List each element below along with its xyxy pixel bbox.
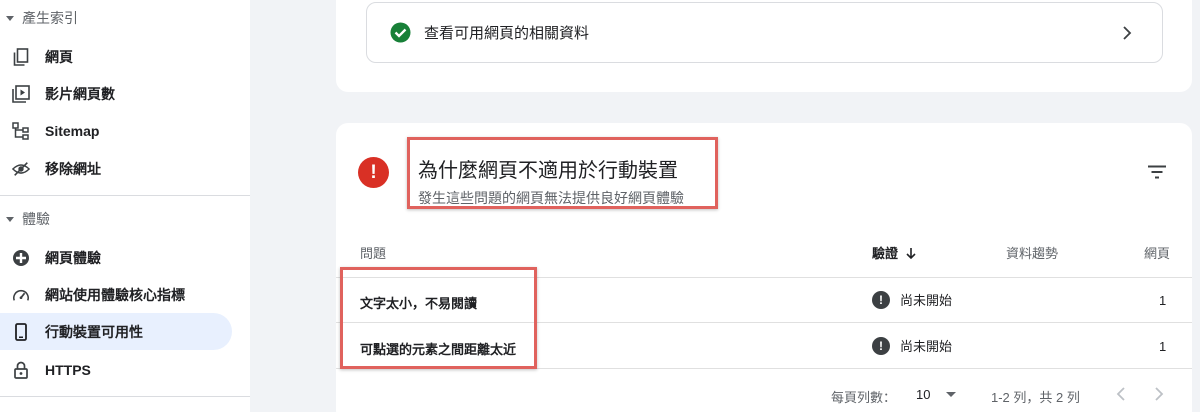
issues-highlight	[340, 267, 537, 369]
chevron-down-icon	[6, 216, 14, 222]
column-header-issue: 問題	[360, 246, 387, 261]
exclamation-icon: !	[872, 290, 890, 309]
sidebar-divider	[0, 195, 250, 196]
issues-title: 為什麼網頁不適用於行動裝置	[418, 160, 678, 182]
status-label: 尚未開始	[900, 339, 953, 354]
view-valid-pages-label: 查看可用網頁的相關資料	[424, 25, 590, 42]
exclamation-icon: !	[872, 336, 890, 355]
sidebar-item-removals[interactable]: 移除網址	[0, 150, 232, 187]
rows-per-page-label: 每頁列數：	[831, 390, 897, 405]
pages-icon	[12, 47, 30, 66]
removals-icon	[12, 160, 30, 178]
dropdown-arrow-icon	[946, 392, 957, 397]
sidebar-item-pages[interactable]: 網頁	[0, 38, 232, 75]
page-experience-icon	[12, 249, 30, 267]
issues-subtitle: 發生這些問題的網頁無法提供良好網頁體驗	[418, 190, 684, 206]
chevron-down-icon	[6, 15, 14, 21]
table-row-status: ! 尚未開始	[872, 290, 952, 309]
sidebar-item-label: Sitemap	[45, 122, 100, 139]
sidebar-item-mobile-usability[interactable]: 行動裝置可用性	[0, 313, 232, 350]
video-pages-icon	[12, 84, 30, 103]
sidebar-item-https[interactable]: HTTPS	[0, 351, 232, 388]
chevron-right-icon[interactable]	[1154, 386, 1164, 405]
section-indexing-label: 產生索引	[22, 10, 78, 26]
chevron-left-icon[interactable]	[1116, 386, 1126, 405]
arrow-down-icon	[906, 247, 916, 259]
section-indexing-header[interactable]: 產生索引	[0, 3, 78, 33]
rows-per-page-select[interactable]: 10	[916, 387, 957, 402]
column-header-validation-label: 驗證	[872, 246, 899, 261]
chevron-right-icon	[1122, 25, 1132, 45]
sidebar-divider	[0, 396, 250, 397]
sidebar-item-page-experience[interactable]: 網頁體驗	[0, 239, 232, 276]
gauge-icon	[12, 286, 30, 304]
valid-pages-card: 查看可用網頁的相關資料	[336, 0, 1192, 92]
sidebar-item-core-web-vitals[interactable]: 網站使用體驗核心指標	[0, 276, 232, 313]
mobile-icon	[12, 322, 30, 341]
sidebar-item-label: 網頁體驗	[45, 249, 101, 266]
sidebar-item-label: 網頁	[45, 48, 73, 65]
column-header-pages: 網頁	[1144, 246, 1171, 261]
sidebar-item-sitemap[interactable]: Sitemap	[0, 112, 232, 149]
table-row-pages: 1	[1159, 293, 1167, 308]
sidebar: 產生索引 網頁 影片網頁數 Sitemap 移除網址 體驗 網頁體驗 網站使用體…	[0, 0, 250, 412]
status-label: 尚未開始	[900, 293, 953, 308]
title-highlight: 為什麼網頁不適用於行動裝置 發生這些問題的網頁無法提供良好網頁體驗	[407, 137, 718, 209]
sidebar-item-label: HTTPS	[45, 361, 91, 378]
rows-per-page-value: 10	[916, 387, 931, 402]
view-valid-pages-row[interactable]: 查看可用網頁的相關資料	[366, 2, 1163, 63]
sidebar-item-video-pages[interactable]: 影片網頁數	[0, 75, 232, 112]
section-experience-header[interactable]: 體驗	[0, 204, 50, 234]
lock-icon	[12, 361, 30, 379]
pagination-range: 1-2 列，共 2 列	[991, 390, 1080, 405]
filter-icon[interactable]	[1147, 165, 1167, 184]
column-header-validation[interactable]: 驗證	[872, 243, 916, 262]
error-icon: !	[358, 157, 389, 188]
sitemap-icon	[12, 121, 30, 140]
section-experience-label: 體驗	[22, 211, 50, 227]
sidebar-item-label: 行動裝置可用性	[45, 323, 143, 340]
issues-card: ! 為什麼網頁不適用於行動裝置 發生這些問題的網頁無法提供良好網頁體驗 問題 驗…	[336, 123, 1192, 412]
sidebar-item-label: 影片網頁數	[45, 85, 115, 102]
check-circle-icon	[390, 22, 411, 43]
table-row-pages: 1	[1159, 339, 1167, 354]
table-row-status: ! 尚未開始	[872, 336, 952, 355]
column-header-trend: 資料趨勢	[1006, 246, 1059, 261]
sidebar-item-label: 網站使用體驗核心指標	[45, 286, 185, 303]
sidebar-item-label: 移除網址	[45, 160, 101, 177]
